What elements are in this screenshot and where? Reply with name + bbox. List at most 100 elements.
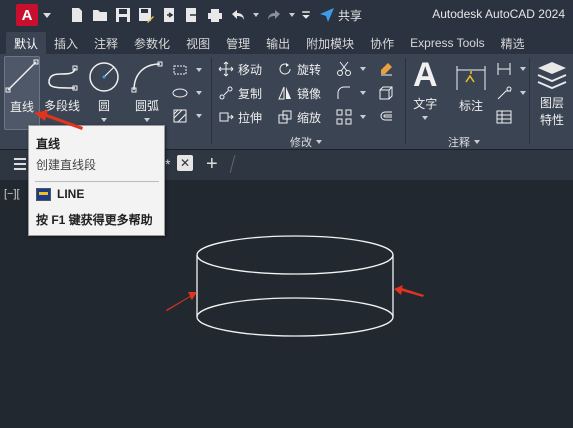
arc-icon xyxy=(131,61,163,93)
chevron-down-icon[interactable] xyxy=(196,91,202,95)
ribbon-separator xyxy=(405,58,406,144)
tab-divider xyxy=(229,155,236,173)
new-tab-button[interactable]: + xyxy=(206,153,218,176)
chevron-down-icon[interactable] xyxy=(360,67,366,71)
offset-tool[interactable] xyxy=(378,107,398,127)
red-arrow-line-tool xyxy=(34,110,83,130)
scissors-icon xyxy=(337,61,351,76)
trim-tool[interactable] xyxy=(336,59,366,79)
hatch-tool[interactable] xyxy=(172,106,202,126)
tab-addins[interactable]: 附加模块 xyxy=(298,32,362,54)
chevron-down-icon[interactable] xyxy=(520,91,526,95)
tab-output[interactable]: 输出 xyxy=(258,32,298,54)
linear-dimension-icon xyxy=(497,63,511,75)
tooltip-divider xyxy=(35,181,159,182)
fillet-icon xyxy=(337,86,350,99)
new-file-icon[interactable] xyxy=(67,5,87,25)
chevron-down-icon[interactable] xyxy=(251,5,261,25)
rotate-label: 旋转 xyxy=(297,62,322,77)
text-button[interactable]: A 文字 xyxy=(413,58,438,120)
file-modified-mark: * xyxy=(165,156,171,172)
arc-button[interactable]: 圆弧 xyxy=(130,60,164,122)
mirror-label: 镜像 xyxy=(297,86,322,101)
tooltip-command: LINE xyxy=(36,187,84,201)
ellipse-tool[interactable] xyxy=(172,83,202,103)
chevron-down-icon xyxy=(316,140,322,144)
layer-properties-label-2: 特性 xyxy=(539,113,564,127)
window-title: Autodesk AutoCAD 2024 xyxy=(432,7,565,21)
move-tool[interactable]: 移动 xyxy=(218,59,262,79)
array-tool[interactable] xyxy=(336,107,366,127)
chevron-down-icon[interactable] xyxy=(360,115,366,119)
layer-properties-button[interactable]: 图层 特性 xyxy=(535,58,569,128)
send-icon xyxy=(320,8,334,22)
chevron-down-icon[interactable] xyxy=(196,114,202,118)
tab-featured[interactable]: 精选 xyxy=(493,32,533,54)
chevron-down-icon[interactable] xyxy=(144,118,150,122)
erase-tool[interactable] xyxy=(378,59,398,79)
copy-icon xyxy=(219,86,233,100)
polyline-icon xyxy=(48,65,78,91)
chevron-down-icon[interactable] xyxy=(422,116,429,120)
tab-parametric[interactable]: 参数化 xyxy=(126,32,178,54)
title-bar: A 共享 Autodesk AutoCAD 2024 xyxy=(0,0,573,30)
circle-label: 圆 xyxy=(97,99,110,113)
annotation-panel-label: 注释 xyxy=(448,137,470,149)
copy-tool[interactable]: 复制 xyxy=(218,83,262,103)
hamburger-menu-icon[interactable] xyxy=(14,158,26,170)
chevron-down-icon[interactable] xyxy=(196,68,202,72)
dimension-icon xyxy=(456,66,486,90)
undo-icon[interactable] xyxy=(228,5,248,25)
chevron-down-icon[interactable] xyxy=(43,12,51,18)
tab-default[interactable]: 默认 xyxy=(6,32,47,54)
fillet-tool[interactable] xyxy=(336,83,366,103)
tab-collaborate[interactable]: 协作 xyxy=(362,32,402,54)
red-arrow-left xyxy=(166,292,197,311)
ribbon-separator xyxy=(529,58,530,144)
circle-button[interactable]: 圆 xyxy=(87,60,121,122)
leader-tool[interactable] xyxy=(496,83,526,103)
command-line-icon xyxy=(36,187,51,201)
table-icon xyxy=(496,110,512,124)
tab-view[interactable]: 视图 xyxy=(178,32,218,54)
dimension-button[interactable]: 标注 xyxy=(454,60,488,114)
text-a-icon: A xyxy=(413,56,438,94)
chevron-down-icon[interactable] xyxy=(520,67,526,71)
customize-toolbar-icon[interactable] xyxy=(300,5,312,25)
scale-label: 缩放 xyxy=(297,110,322,125)
save-to-web-icon[interactable] xyxy=(182,5,202,25)
redo-icon[interactable] xyxy=(264,5,284,25)
plot-icon[interactable] xyxy=(205,5,225,25)
leader-icon xyxy=(497,86,512,100)
close-tab-icon[interactable]: ✕ xyxy=(177,155,193,171)
cylinder-top-ellipse xyxy=(196,235,394,275)
scale-tool[interactable]: 缩放 xyxy=(277,107,321,127)
chevron-down-icon xyxy=(474,140,480,144)
chevron-down-icon[interactable] xyxy=(360,91,366,95)
application-menu-button[interactable]: A xyxy=(16,4,38,26)
chevron-down-icon[interactable] xyxy=(101,118,107,122)
explode-tool[interactable] xyxy=(378,83,398,103)
linear-dimension-tool[interactable] xyxy=(496,59,526,79)
ribbon-separator xyxy=(211,58,212,144)
share-button[interactable]: 共享 xyxy=(319,7,362,24)
chevron-down-icon[interactable] xyxy=(287,5,297,25)
table-tool[interactable] xyxy=(496,107,516,127)
modify-panel-title[interactable]: 修改 xyxy=(290,134,322,150)
rotate-tool[interactable]: 旋转 xyxy=(277,59,321,79)
save-as-icon[interactable] xyxy=(136,5,156,25)
tab-insert[interactable]: 插入 xyxy=(46,32,86,54)
tab-manage[interactable]: 管理 xyxy=(218,32,258,54)
save-icon[interactable] xyxy=(113,5,133,25)
tab-annotate[interactable]: 注释 xyxy=(86,32,126,54)
line-tooltip: 直线 创建直线段 LINE 按 F1 键获得更多帮助 xyxy=(28,125,165,236)
mirror-tool[interactable]: 镜像 xyxy=(277,83,321,103)
open-from-web-icon[interactable] xyxy=(159,5,179,25)
annotation-panel-title[interactable]: 注释 xyxy=(448,134,480,150)
move-label: 移动 xyxy=(238,62,263,77)
rectangle-tool[interactable] xyxy=(172,60,202,80)
tab-express-tools[interactable]: Express Tools xyxy=(402,32,492,54)
open-folder-icon[interactable] xyxy=(90,5,110,25)
stretch-tool[interactable]: 拉伸 xyxy=(218,107,262,127)
share-label: 共享 xyxy=(338,8,363,23)
